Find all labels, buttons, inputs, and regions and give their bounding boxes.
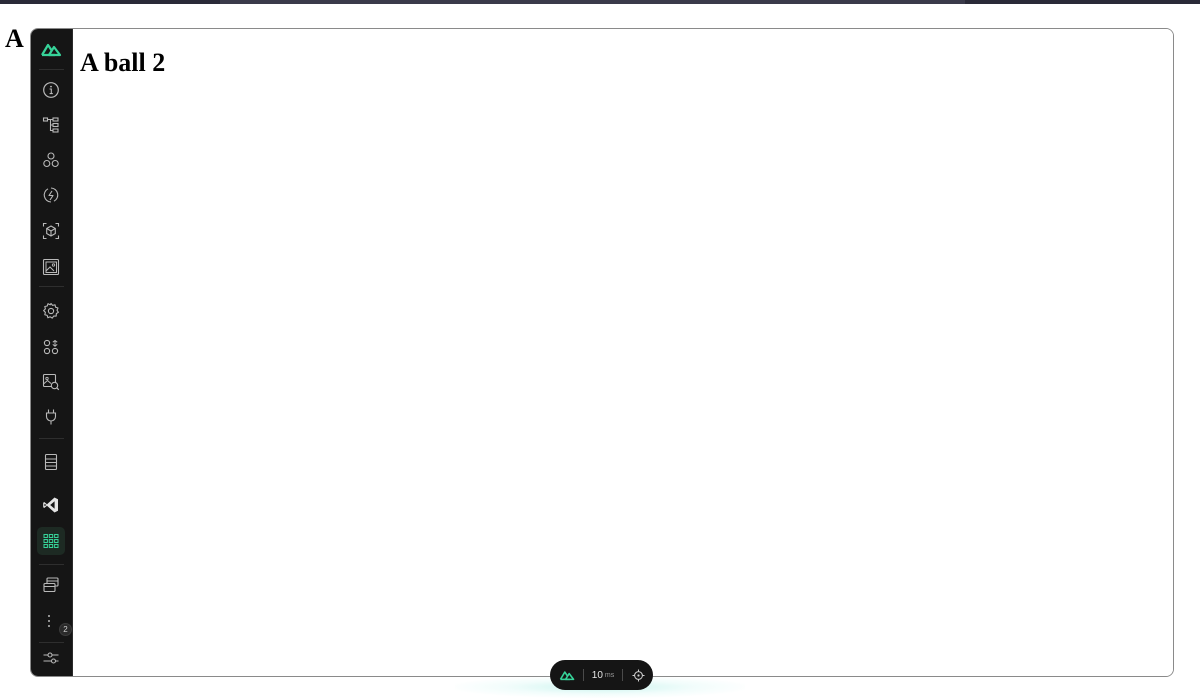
content-title: A ball 2 xyxy=(80,48,166,77)
custom-tab-grid-icon[interactable] xyxy=(37,527,65,555)
split-screen-icon[interactable] xyxy=(37,571,65,599)
plugins-icon[interactable] xyxy=(37,403,65,431)
more-count-badge: 2 xyxy=(59,623,72,636)
browser-top-bar xyxy=(0,0,1200,4)
component-inspector-icon[interactable] xyxy=(623,668,653,682)
overview-icon[interactable] xyxy=(37,76,65,104)
open-graph-icon[interactable] xyxy=(37,368,65,396)
sidebar-divider xyxy=(39,564,64,565)
sidebar-divider xyxy=(39,438,64,439)
assets-icon[interactable] xyxy=(37,253,65,281)
devtools-toggle-pill[interactable]: 10 ms xyxy=(550,660,653,690)
payload-icon[interactable] xyxy=(37,333,65,361)
sidebar-divider xyxy=(39,286,64,287)
components-icon[interactable] xyxy=(37,146,65,174)
vscode-icon[interactable] xyxy=(37,491,65,519)
runtime-config-icon[interactable] xyxy=(37,297,65,325)
settings-icon[interactable] xyxy=(37,644,65,672)
more-icon[interactable]: 2 xyxy=(37,607,72,636)
nuxt-logo-icon[interactable] xyxy=(37,35,65,63)
sidebar-divider xyxy=(39,642,64,643)
nuxt-toggle-icon[interactable] xyxy=(550,669,583,681)
render-time[interactable]: 10 ms xyxy=(584,670,622,681)
pages-tree-icon[interactable] xyxy=(37,111,65,139)
devtools-sidebar: 2 xyxy=(31,29,73,676)
storage-icon[interactable] xyxy=(37,448,65,476)
imports-icon[interactable] xyxy=(37,181,65,209)
render-time-unit: ms xyxy=(604,671,615,679)
devtools-panel: 2 A ball 2 xyxy=(30,28,1174,677)
render-time-value: 10 xyxy=(591,669,603,681)
sidebar-divider xyxy=(39,69,64,70)
devtools-content-frame: A ball 2 xyxy=(73,29,1173,676)
browser-top-bar-highlight xyxy=(220,0,965,4)
modules-icon[interactable] xyxy=(37,217,65,245)
page-heading: A xyxy=(5,24,24,53)
